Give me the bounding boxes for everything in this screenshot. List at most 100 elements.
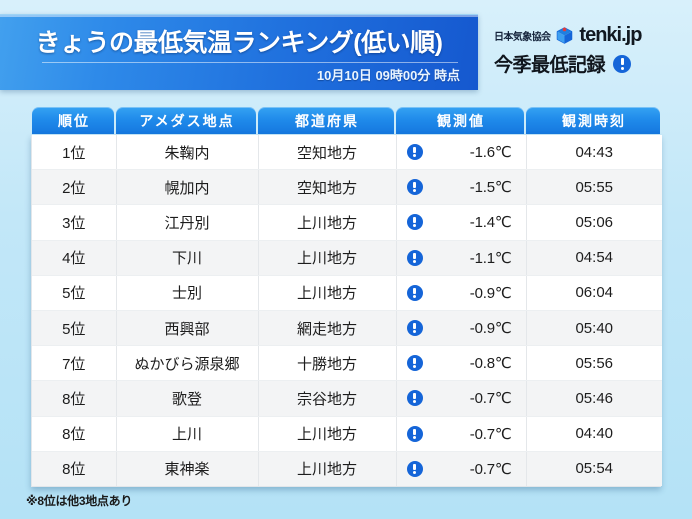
cell-value: -0.7℃ <box>396 451 527 486</box>
table-row: 3位 江丹別 上川地方 -1.4℃ 05:06 <box>32 204 662 241</box>
title-plate: きょうの最低気温ランキング(低い順) 10月10日 09時00分 時点 <box>0 14 478 90</box>
tenki-cube-icon <box>555 26 574 45</box>
brand-area: 日本気象協会 tenki.jp 今季最低記録 <box>478 14 692 90</box>
cell-value: -0.9℃ <box>396 275 527 311</box>
cell-point: 下川 <box>116 240 259 276</box>
exclamation-circle-icon <box>406 284 423 301</box>
column-header-point: アメダス地点 <box>115 106 257 135</box>
cell-point: 東神楽 <box>116 451 259 486</box>
cell-prefecture: 空知地方 <box>258 169 397 206</box>
footnote: ※8位は他3地点あり <box>26 494 133 508</box>
header-bar: きょうの最低気温ランキング(低い順) 10月10日 09時00分 時点 日本気象… <box>0 14 692 90</box>
cell-time: 05:40 <box>526 310 662 347</box>
table-row: 2位 幌加内 空知地方 -1.5℃ 05:55 <box>32 169 662 206</box>
column-header-prefecture-label: 都道府県 <box>258 107 394 134</box>
cell-prefecture: 上川地方 <box>258 240 397 276</box>
cell-point: 西興部 <box>116 310 259 347</box>
cell-prefecture: 空知地方 <box>258 135 397 171</box>
cell-time: 06:04 <box>526 275 662 311</box>
brand-name[interactable]: tenki.jp <box>579 24 642 47</box>
ranking-table-header: 順位 アメダス地点 都道府県 観測値 観測時刻 <box>31 106 661 135</box>
cell-prefecture: 上川地方 <box>258 451 397 486</box>
ranking-table-body-shell: 1位 朱鞠内 空知地方 -1.6℃ 04:43 2位 幌加内 空知地方 -1.5℃ 05:55 3位… <box>31 135 662 487</box>
column-header-point-label: アメダス地点 <box>116 107 256 134</box>
temperature-value: -0.7℃ <box>469 460 512 478</box>
cell-rank: 4位 <box>32 240 117 276</box>
cell-prefecture: 上川地方 <box>258 204 397 241</box>
cell-rank: 5位 <box>32 310 117 347</box>
cell-point: 幌加内 <box>116 169 259 206</box>
temperature-value: -0.9℃ <box>469 320 512 338</box>
temperature-value: -1.4℃ <box>469 214 512 232</box>
cell-time: 05:54 <box>526 451 662 486</box>
temperature-value: -0.7℃ <box>469 390 512 408</box>
cell-prefecture: 上川地方 <box>258 416 397 452</box>
cell-value: -1.4℃ <box>396 204 527 241</box>
page-title: きょうの最低気温ランキング(低い順) <box>35 29 443 57</box>
cell-value: -1.6℃ <box>396 135 527 171</box>
cell-rank: 1位 <box>32 135 117 171</box>
exclamation-circle-icon <box>406 320 423 337</box>
cell-prefecture: 十勝地方 <box>258 345 397 382</box>
column-header-time: 観測時刻 <box>525 106 661 135</box>
cell-point: 朱鞠内 <box>116 135 259 171</box>
table-row: 5位 西興部 網走地方 -0.9℃ 05:40 <box>32 310 662 347</box>
cell-time: 05:56 <box>526 345 662 382</box>
column-header-rank-label: 順位 <box>32 107 114 134</box>
exclamation-circle-icon <box>406 355 423 372</box>
temperature-value: -0.9℃ <box>469 284 512 302</box>
record-badge-label: 今季最低記録 <box>494 55 606 76</box>
table-row: 4位 下川 上川地方 -1.1℃ 04:54 <box>32 240 662 276</box>
column-header-value-label: 観測値 <box>396 107 524 134</box>
cell-rank: 3位 <box>32 204 117 241</box>
cell-value: -1.5℃ <box>396 169 527 206</box>
association-label: 日本気象協会 <box>494 32 551 43</box>
cell-prefecture: 宗谷地方 <box>258 380 397 417</box>
cell-point: 歌登 <box>116 380 259 417</box>
exclamation-circle-icon <box>406 144 423 161</box>
ranking-table-body: 1位 朱鞠内 空知地方 -1.6℃ 04:43 2位 幌加内 空知地方 -1.5℃ 05:55 3位… <box>32 135 662 486</box>
table-row: 8位 歌登 宗谷地方 -0.7℃ 05:46 <box>32 380 662 417</box>
cell-rank: 7位 <box>32 345 117 382</box>
timestamp: 10月10日 09時00分 時点 <box>316 68 460 83</box>
cell-prefecture: 上川地方 <box>258 275 397 311</box>
cell-point: ぬかびら源泉郷 <box>116 345 259 382</box>
exclamation-circle-icon <box>613 54 632 73</box>
cell-value: -0.9℃ <box>396 310 527 347</box>
cell-point: 士別 <box>116 275 259 311</box>
cell-time: 05:06 <box>526 204 662 241</box>
cell-rank: 8位 <box>32 451 117 486</box>
brand-row: 日本気象協会 tenki.jp <box>494 24 642 47</box>
cell-point: 上川 <box>116 416 259 452</box>
cell-rank: 2位 <box>32 169 117 206</box>
cell-value: -0.7℃ <box>396 416 527 452</box>
cell-time: 04:43 <box>526 135 662 171</box>
temperature-value: -1.5℃ <box>469 179 512 197</box>
cell-rank: 8位 <box>32 416 117 452</box>
cell-time: 05:55 <box>526 169 662 206</box>
exclamation-circle-icon <box>406 179 423 196</box>
exclamation-circle-icon <box>406 460 423 477</box>
table-row: 1位 朱鞠内 空知地方 -1.6℃ 04:43 <box>32 135 662 171</box>
column-header-value: 観測値 <box>395 106 525 135</box>
table-header-row: 順位 アメダス地点 都道府県 観測値 観測時刻 <box>31 106 661 135</box>
cell-point: 江丹別 <box>116 204 259 241</box>
cell-prefecture: 網走地方 <box>258 310 397 347</box>
exclamation-circle-icon <box>406 425 423 442</box>
exclamation-circle-icon <box>406 249 423 266</box>
record-badge: 今季最低記録 <box>494 50 632 77</box>
column-header-rank: 順位 <box>31 106 115 135</box>
temperature-value: -1.6℃ <box>469 144 512 162</box>
table-row: 8位 上川 上川地方 -0.7℃ 04:40 <box>32 416 662 452</box>
column-header-time-label: 観測時刻 <box>526 107 660 134</box>
cell-value: -0.7℃ <box>396 380 527 417</box>
column-header-prefecture: 都道府県 <box>257 106 395 135</box>
table-row: 5位 士別 上川地方 -0.9℃ 06:04 <box>32 275 662 311</box>
exclamation-circle-icon <box>406 390 423 407</box>
table-row: 8位 東神楽 上川地方 -0.7℃ 05:54 <box>32 451 662 486</box>
cell-time: 05:46 <box>526 380 662 417</box>
exclamation-circle-icon <box>406 214 423 231</box>
temperature-value: -0.8℃ <box>469 355 512 373</box>
cell-time: 04:40 <box>526 416 662 452</box>
table-row: 7位 ぬかびら源泉郷 十勝地方 -0.8℃ 05:56 <box>32 345 662 382</box>
